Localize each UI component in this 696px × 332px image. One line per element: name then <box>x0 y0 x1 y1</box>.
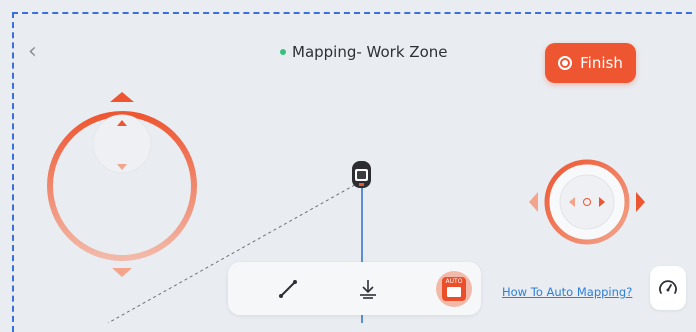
joystick-left[interactable] <box>47 92 197 277</box>
line-draw-icon <box>279 279 297 298</box>
auto-badge: AUTO <box>445 278 463 285</box>
auto-map-icon: AUTO <box>442 277 466 301</box>
draw-line-button[interactable] <box>258 262 318 315</box>
triangle-left-icon <box>529 192 538 212</box>
mower-robot-icon <box>352 161 371 188</box>
speed-button[interactable] <box>650 266 686 310</box>
joystick-right[interactable] <box>529 159 645 245</box>
speedometer-icon <box>659 280 677 294</box>
triangle-down-icon <box>112 268 132 277</box>
how-to-auto-mapping-link[interactable]: How To Auto Mapping? <box>502 285 632 299</box>
anchor-down-icon <box>360 279 376 299</box>
triangle-right-icon <box>636 192 645 212</box>
anchor-button[interactable] <box>338 262 398 315</box>
auto-mapping-button[interactable]: AUTO <box>436 271 472 307</box>
triangle-up-icon <box>110 92 134 102</box>
